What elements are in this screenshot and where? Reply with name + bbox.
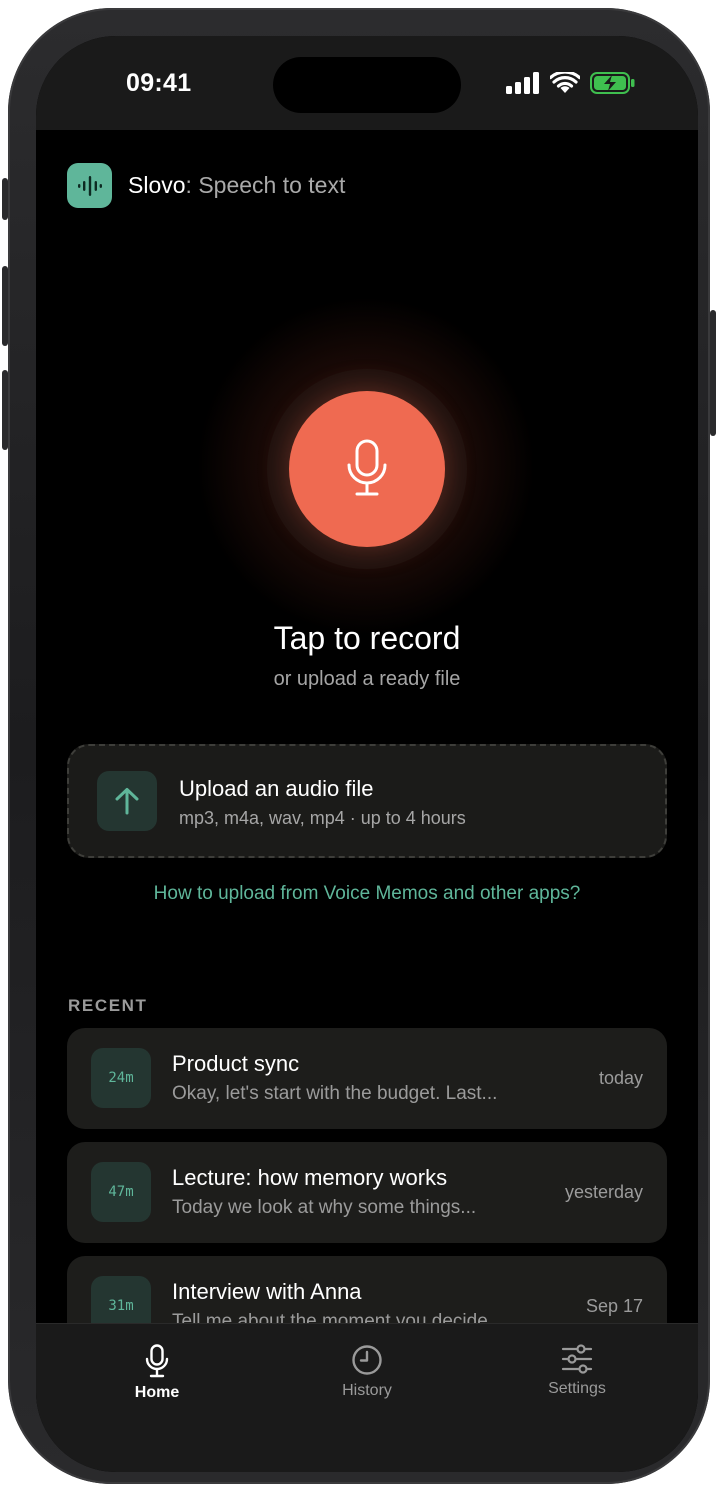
upload-arrow-icon: [97, 771, 157, 831]
recent-item-date: today: [598, 1068, 643, 1088]
mic-icon: [145, 1344, 169, 1378]
record-subtitle: or upload a ready file: [273, 668, 461, 690]
upload-audio-card[interactable]: Upload an audio file mp3, m4a, wav, mp4 …: [67, 744, 667, 858]
duration-badge: 24m: [91, 1048, 151, 1108]
phone-frame: 09:41 Slovo: Speech to text Tap to recor…: [2, 8, 716, 1484]
app-title: Slovo: Speech to text: [128, 172, 345, 199]
tab-home[interactable]: Home: [97, 1344, 217, 1402]
battery-charging-icon: [590, 72, 635, 94]
action-button: [2, 178, 8, 220]
recent-item-date: Sep 17: [585, 1296, 643, 1316]
recent-section-label: RECENT: [68, 996, 148, 1015]
app-subtitle: Speech to text: [191, 172, 346, 198]
status-bar: 09:41: [36, 36, 698, 130]
voice-memos-help-link[interactable]: How to upload from Voice Memos and other…: [36, 883, 698, 905]
recent-item-date: yesterday: [564, 1182, 643, 1202]
upload-formats: mp3, m4a, wav, mp4 · up to 4 hours: [179, 808, 466, 828]
cellular-signal-icon: [506, 72, 539, 94]
power-button: [710, 310, 716, 436]
record-button[interactable]: [289, 391, 445, 547]
waveform-logo-icon: [67, 163, 112, 208]
tab-history-label: History: [342, 1382, 392, 1399]
volume-up-button: [2, 266, 8, 346]
recent-item-preview: Okay, let's start with the budget. Last.…: [172, 1083, 498, 1104]
record-title: Tap to record: [273, 620, 461, 656]
recent-item-title: Lecture: how memory works: [172, 1165, 448, 1190]
upload-title: Upload an audio file: [179, 776, 374, 801]
status-time: 09:41: [126, 69, 192, 97]
recent-item[interactable]: 47m Lecture: how memory works Today we l…: [67, 1142, 667, 1243]
microphone-icon: [347, 439, 387, 496]
tab-history[interactable]: History: [307, 1344, 427, 1400]
tab-settings-label: Settings: [548, 1380, 606, 1397]
dynamic-island: [273, 57, 461, 113]
sliders-icon: [561, 1344, 593, 1374]
app-header: Slovo: Speech to text: [67, 163, 345, 208]
duration-badge: 47m: [91, 1162, 151, 1222]
tab-bar: Home History Settings: [36, 1323, 698, 1472]
recent-item[interactable]: 24m Product sync Okay, let's start with …: [67, 1028, 667, 1129]
clock-icon: [352, 1345, 382, 1375]
recent-item-title: Interview with Anna: [172, 1279, 362, 1304]
recent-item-preview: Today we look at why some things...: [172, 1197, 477, 1218]
tab-settings[interactable]: Settings: [517, 1344, 637, 1398]
app-name: Slovo: [128, 172, 186, 198]
wifi-icon: [550, 72, 580, 93]
recent-item-title: Product sync: [172, 1051, 300, 1076]
screen: 09:41 Slovo: Speech to text Tap to recor…: [36, 36, 698, 1472]
volume-down-button: [2, 370, 8, 450]
tab-home-label: Home: [134, 1384, 180, 1401]
status-icons: [506, 72, 636, 94]
